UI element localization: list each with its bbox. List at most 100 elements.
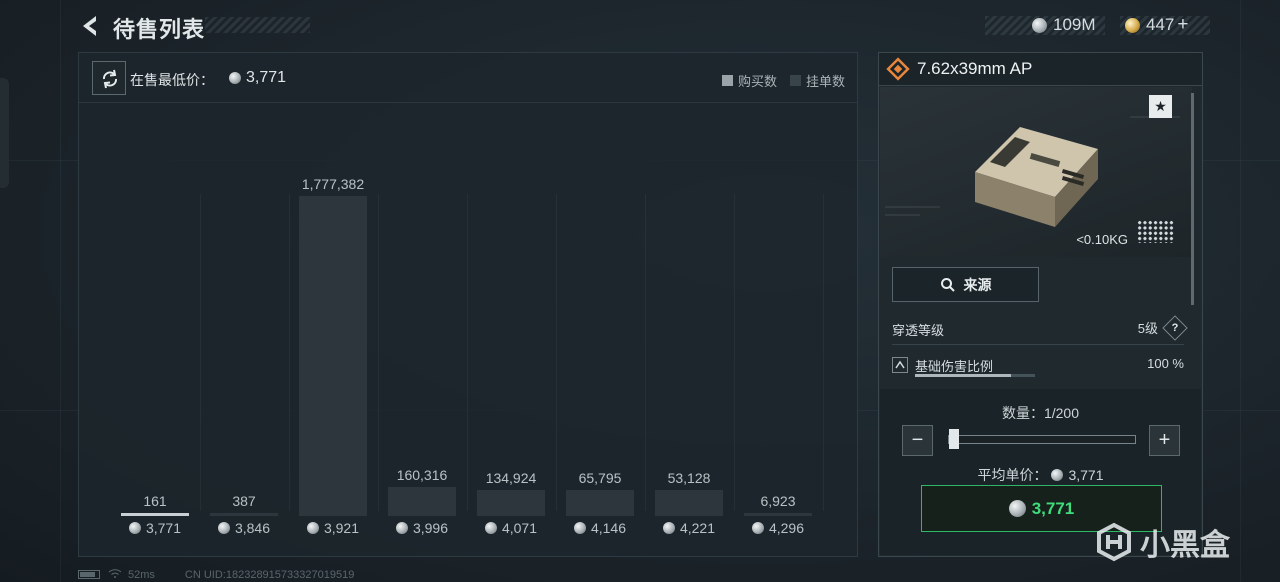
item-image: ★ <0.10KG <box>880 87 1192 257</box>
min-price-label: 在售最低价： <box>130 72 214 88</box>
uid-text: CN UID:182328915733327019519 <box>184 568 355 581</box>
price-bar[interactable] <box>566 490 634 516</box>
price-bar[interactable] <box>299 196 367 516</box>
price-tick-label: 4,146 <box>550 520 650 536</box>
column-gridline <box>200 194 201 511</box>
help-icon-glyph: ? <box>1171 321 1179 334</box>
price-bar[interactable] <box>388 487 456 516</box>
refresh-button[interactable] <box>92 61 126 95</box>
battery-icon <box>78 570 100 579</box>
buy-marker <box>121 513 189 516</box>
item-header: 7.62x39mm AP <box>879 53 1202 86</box>
back-button[interactable] <box>78 13 102 39</box>
price-tick-label: 3,921 <box>283 520 383 536</box>
bar-chart-area: 161 3,771 387 3,846 1,777,382 3,921 160,316 3,9… <box>79 104 857 556</box>
decrease-quantity-button[interactable]: − <box>902 425 933 456</box>
silver-coin-icon <box>306 522 319 534</box>
price-bar[interactable] <box>477 490 545 516</box>
column-gridline <box>734 194 735 511</box>
penetration-label: 穿透等级 <box>892 323 945 338</box>
item-name: 7.62x39mm AP <box>917 59 1033 78</box>
minus-icon: − <box>911 429 924 451</box>
price-tick-label: 4,221 <box>639 520 739 536</box>
price-tick-text: 4,071 <box>501 520 538 536</box>
favorite-button[interactable]: ★ <box>1149 95 1172 118</box>
price-tick-text: 3,996 <box>412 520 449 536</box>
search-icon <box>940 277 955 292</box>
ammo-category-icon <box>886 57 910 81</box>
item-weight: <0.10KG <box>1076 232 1128 247</box>
watermark-logo-icon <box>1097 522 1131 562</box>
price-bar[interactable] <box>655 490 723 516</box>
avg-price-label: 平均单价： <box>977 467 1048 483</box>
silver-coin-icon <box>229 72 241 84</box>
column-gridline <box>467 194 468 511</box>
legend-swatch <box>722 75 733 86</box>
help-icon[interactable]: ? <box>1162 314 1188 341</box>
gold-currency[interactable]: 447 + <box>1125 14 1188 36</box>
damage-label: 基础伤害比例 <box>915 359 994 374</box>
price-tick-label: 3,846 <box>194 520 294 536</box>
item-size-grid-icon <box>1137 220 1174 243</box>
side-tab[interactable] <box>0 78 9 188</box>
silver-coin-icon <box>128 522 141 534</box>
total-price: 3,771 <box>1031 498 1075 518</box>
avg-price-value: 3,771 <box>1068 467 1104 483</box>
price-tick-label: 4,296 <box>728 520 828 536</box>
bg-gridline <box>60 0 61 582</box>
price-tick-label: 3,771 <box>105 520 205 536</box>
column-gridline <box>556 194 557 511</box>
quantity-label: 数量：1/200 <box>1001 405 1080 421</box>
column-gridline <box>645 194 646 511</box>
source-button[interactable]: 来源 <box>892 267 1039 302</box>
penetration-value-wrap: 5级 ? <box>1137 314 1188 341</box>
page-title: 待售列表 <box>113 17 206 42</box>
increase-quantity-button[interactable]: + <box>1149 425 1180 456</box>
price-bar[interactable] <box>210 513 278 516</box>
price-tick-text: 3,846 <box>234 520 271 536</box>
legend-list: 挂单数 <box>790 71 845 90</box>
chart-header: 在售最低价： 3,771 购买数 挂单数 <box>79 53 857 103</box>
silver-coin-icon <box>484 522 497 534</box>
bar-value-label: 160,316 <box>396 467 448 484</box>
scrollbar[interactable] <box>1191 93 1194 305</box>
bar-value-label: 1,777,382 <box>301 176 365 192</box>
listing-chart-panel: 在售最低价： 3,771 购买数 挂单数 161 3,771 387 3,846 1,7… <box>78 52 858 557</box>
wifi-icon <box>108 568 122 581</box>
silver-coin-icon <box>751 522 764 534</box>
price-tick-text: 4,296 <box>768 520 805 536</box>
quantity-slider[interactable] <box>948 435 1136 444</box>
silver-coin-icon <box>1032 17 1047 33</box>
bg-gridline <box>1240 0 1241 582</box>
silver-coin-icon <box>1008 500 1026 517</box>
gold-coin-icon <box>1125 17 1140 33</box>
column-gridline <box>823 194 824 511</box>
bar-value-label: 53,128 <box>667 470 711 486</box>
price-tick-text: 4,146 <box>590 520 627 536</box>
penetration-row: 穿透等级 5级 ? <box>892 314 1188 341</box>
bar-value-label: 134,924 <box>485 470 537 486</box>
quantity-slider-thumb[interactable] <box>948 429 959 449</box>
star-icon: ★ <box>1154 98 1167 114</box>
penetration-value: 5级 <box>1137 321 1158 336</box>
item-detail-panel: 7.62x39mm AP ★ <0.10KG 来源 穿透等级 5级 ? 基础伤害… <box>878 52 1203 557</box>
damage-icon <box>892 357 908 373</box>
divider <box>892 344 1184 345</box>
silver-currency: 109M <box>1032 14 1096 36</box>
refresh-icon <box>103 69 117 89</box>
damage-bar <box>915 374 1035 377</box>
gold-amount: 447 <box>1146 15 1175 34</box>
price-tick-text: 3,771 <box>145 520 182 536</box>
damage-row: 基础伤害比例 100 % <box>892 354 1184 377</box>
column-gridline <box>289 194 290 511</box>
add-gold-icon[interactable]: + <box>1177 14 1188 36</box>
damage-bar-fill <box>915 374 1011 377</box>
silver-coin-icon <box>573 522 586 534</box>
plus-icon: + <box>1158 429 1171 451</box>
legend-list-label: 挂单数 <box>806 74 846 89</box>
bar-value-label: 65,795 <box>578 470 622 486</box>
price-bar[interactable] <box>744 513 812 516</box>
watermark: 小黑盒 <box>1094 520 1230 564</box>
avg-price-row: 平均单价： 3,771 <box>880 465 1201 485</box>
min-price-value: 3,771 <box>229 69 286 87</box>
